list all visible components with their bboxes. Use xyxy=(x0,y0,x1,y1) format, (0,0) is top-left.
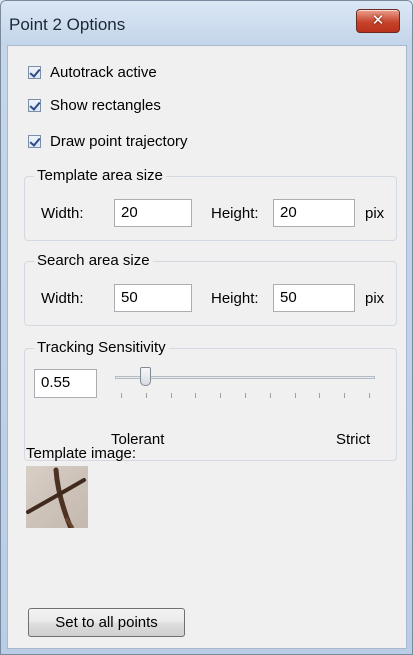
search-width-input[interactable]: 50 xyxy=(114,284,192,312)
slider-thumb[interactable] xyxy=(140,367,151,386)
sensitivity-value-input[interactable]: 0.55 xyxy=(34,369,97,398)
window-title: Point 2 Options xyxy=(9,15,126,34)
crosshair-template-icon xyxy=(26,467,86,528)
slider-tick xyxy=(121,393,122,398)
template-width-input[interactable]: 20 xyxy=(114,199,192,227)
show-rectangles-checkbox[interactable] xyxy=(28,99,41,112)
draw-trajectory-checkbox-row[interactable]: Draw point trajectory xyxy=(28,133,188,150)
autotrack-checkbox[interactable] xyxy=(28,66,41,79)
slider-tick xyxy=(319,393,320,398)
slider-tick xyxy=(220,393,221,398)
show-rectangles-checkbox-row[interactable]: Show rectangles xyxy=(28,97,161,114)
slider-tick xyxy=(344,393,345,398)
dialog-body: Autotrack active Show rectangles Draw po… xyxy=(7,45,407,649)
slider-tick xyxy=(369,393,370,398)
strict-label: Strict xyxy=(336,431,371,448)
slider-track[interactable] xyxy=(115,376,375,379)
template-height-input[interactable]: 20 xyxy=(273,199,355,227)
slider-tick xyxy=(146,393,147,398)
title-bar[interactable]: Point 2 Options ✕ xyxy=(1,1,412,45)
tracking-sensitivity-legend: Tracking Sensitivity xyxy=(34,339,169,356)
set-to-all-points-button[interactable]: Set to all points xyxy=(28,608,185,637)
template-height-label: Height: xyxy=(211,205,259,222)
slider-tick xyxy=(270,393,271,398)
template-area-group: Template area size Width: 20 Height: 20 … xyxy=(24,167,397,241)
slider-tick xyxy=(295,393,296,398)
autotrack-label: Autotrack active xyxy=(50,64,157,81)
slider-tick xyxy=(245,393,246,398)
search-area-group: Search area size Width: 50 Height: 50 pi… xyxy=(24,252,397,326)
template-width-label: Width: xyxy=(41,205,84,222)
template-image xyxy=(26,466,88,528)
options-window: Point 2 Options ✕ Autotrack active Show … xyxy=(0,0,413,655)
autotrack-checkbox-row[interactable]: Autotrack active xyxy=(28,64,157,81)
close-button[interactable]: ✕ xyxy=(356,9,400,33)
draw-trajectory-label: Draw point trajectory xyxy=(50,133,188,150)
template-image-label: Template image: xyxy=(26,445,137,462)
search-height-label: Height: xyxy=(211,290,259,307)
show-rectangles-label: Show rectangles xyxy=(50,97,161,114)
sensitivity-slider[interactable] xyxy=(115,367,375,407)
search-area-legend: Search area size xyxy=(34,252,153,269)
template-unit-label: pix xyxy=(365,205,385,222)
slider-tick xyxy=(195,393,196,398)
search-unit-label: pix xyxy=(365,290,385,307)
template-area-legend: Template area size xyxy=(34,167,166,184)
slider-tick xyxy=(171,393,172,398)
search-width-label: Width: xyxy=(41,290,84,307)
search-height-input[interactable]: 50 xyxy=(273,284,355,312)
draw-trajectory-checkbox[interactable] xyxy=(28,135,41,148)
close-icon: ✕ xyxy=(371,11,385,29)
